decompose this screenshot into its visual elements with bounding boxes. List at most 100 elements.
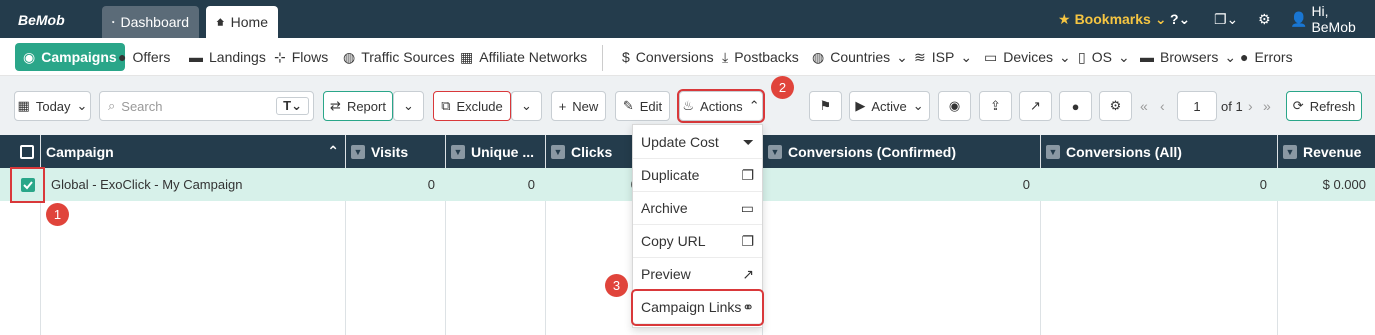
bemob-logo[interactable]: BeMob xyxy=(18,12,65,28)
actions-button[interactable]: ♨ Actions ⌃ xyxy=(677,89,765,123)
chevron-down-icon: ⌄ xyxy=(1224,48,1237,65)
menu-preview[interactable]: Preview ↗ xyxy=(633,258,762,291)
next-page-button[interactable]: › xyxy=(1248,91,1253,121)
search-input[interactable]: Search xyxy=(121,99,270,114)
conv-confirmed-value: 0 xyxy=(1022,177,1030,192)
nav-countries[interactable]: ◍ Countries ⌄ xyxy=(812,43,908,71)
first-page-button[interactable]: « xyxy=(1140,91,1148,121)
filter-cost-icon: ⏷ xyxy=(742,133,754,150)
page-count: of 1 xyxy=(1221,91,1243,121)
menu-copy-url-label: Copy URL xyxy=(641,233,706,249)
menu-duplicate[interactable]: Duplicate ❐ xyxy=(633,159,762,192)
chevron-down-icon: ⌄ xyxy=(1059,48,1071,65)
nav-isp[interactable]: ≋ ISP ⌄ xyxy=(914,43,972,71)
page-count-label: of 1 xyxy=(1221,98,1243,114)
flag-button[interactable]: ⚑ xyxy=(809,91,842,121)
external-link-icon: ↗ xyxy=(742,265,754,282)
settings-button[interactable]: ⚙ xyxy=(1258,0,1271,38)
col-conv-all[interactable]: ▼ Conversions (All) xyxy=(1040,135,1182,168)
calendar-icon: ▦ xyxy=(17,98,30,113)
edit-button[interactable]: ✎ Edit xyxy=(615,91,670,121)
select-all-checkbox[interactable] xyxy=(14,135,34,168)
download-icon: ⤓ xyxy=(722,48,729,65)
exclude-button[interactable]: ⧉ Exclude xyxy=(433,91,511,121)
col-campaign-label: Campaign xyxy=(46,143,114,160)
bookmarks-menu[interactable]: ★ Bookmarks ⌄ xyxy=(1058,0,1167,38)
gear-icon: ⚙ xyxy=(1109,98,1122,113)
nav-os[interactable]: ▯ OS ⌄ xyxy=(1078,43,1130,71)
tab-home-label: Home xyxy=(230,14,268,30)
nav-postbacks-label: Postbacks xyxy=(734,49,799,65)
nav-campaigns[interactable]: ◉ Campaigns xyxy=(15,43,125,71)
network-icon: ▦ xyxy=(460,48,474,65)
nav-errors[interactable]: ● Errors xyxy=(1240,43,1293,71)
nav-landings[interactable]: ▬ Landings xyxy=(189,43,266,71)
col-campaign[interactable]: Campaign ⌃ xyxy=(40,135,345,168)
page-input[interactable]: 1 xyxy=(1177,91,1217,121)
date-range-select[interactable]: ▦ Today ⌄ xyxy=(14,91,91,121)
nav-browsers[interactable]: ▬ Browsers ⌄ xyxy=(1140,43,1236,71)
col-revenue-label: Revenue xyxy=(1303,143,1362,160)
step-badge-1: 1 xyxy=(46,203,69,226)
nav-affiliate-networks[interactable]: ▦ Affiliate Networks xyxy=(460,43,587,71)
wifi-icon: ≋ xyxy=(914,48,926,65)
menu-copy-url[interactable]: Copy URL ❐ xyxy=(633,225,762,258)
refresh-button[interactable]: ⟳ Refresh xyxy=(1286,91,1362,121)
user-menu[interactable]: 👤 Hi, BeMob xyxy=(1290,0,1375,38)
nav-conversions[interactable]: $ Conversions xyxy=(622,43,714,71)
col-visits[interactable]: ▼ Visits xyxy=(345,135,408,168)
report-button[interactable]: ⇄ Report xyxy=(323,91,393,121)
col-conv-confirmed[interactable]: ▼ Conversions (Confirmed) xyxy=(762,135,956,168)
tab-dashboard[interactable]: Dashboard xyxy=(102,6,199,38)
comments-button[interactable]: ● xyxy=(1059,91,1092,121)
tab-home[interactable]: Home xyxy=(206,6,278,38)
col-revenue[interactable]: ▼ Revenue xyxy=(1277,135,1361,168)
chevron-right-icon: › xyxy=(1248,98,1253,114)
nav-campaigns-label: Campaigns xyxy=(41,49,117,65)
play-icon: ▶ xyxy=(855,98,866,113)
search-box[interactable]: ⌕ Search T⌄ xyxy=(99,91,314,121)
col-unique[interactable]: ▼ Unique ... xyxy=(445,135,534,168)
nav-devices[interactable]: ▭ Devices ⌄ xyxy=(984,43,1071,71)
report-label: Report xyxy=(346,98,386,114)
text-filter-toggle[interactable]: T⌄ xyxy=(276,97,309,115)
menu-update-cost[interactable]: Update Cost ⏷ xyxy=(633,126,762,159)
status-filter[interactable]: ▶ Active ⌄ xyxy=(849,91,930,121)
date-label: Today xyxy=(35,98,71,114)
column-settings-button[interactable]: ⚙ xyxy=(1099,91,1132,121)
nav-flows-label: Flows xyxy=(291,49,329,65)
last-page-button[interactable]: » xyxy=(1263,91,1271,121)
share-button[interactable]: ⇪ xyxy=(979,91,1012,121)
exclude-dropdown[interactable]: ⌄ xyxy=(511,91,542,121)
col-conv-confirmed-label: Conversions (Confirmed) xyxy=(788,143,957,160)
preview-button[interactable]: ◉ xyxy=(938,91,971,121)
nav-flows[interactable]: ⊹ Flows xyxy=(274,43,328,71)
menu-campaign-links[interactable]: Campaign Links ⚭ xyxy=(631,289,764,326)
flows-icon: ⊹ xyxy=(274,48,286,65)
nav-conversions-label: Conversions xyxy=(635,49,714,65)
copy-icon: ❐ xyxy=(741,166,754,183)
double-left-icon: « xyxy=(1140,98,1148,114)
column-divider xyxy=(345,135,346,335)
row-checkbox[interactable] xyxy=(10,167,45,203)
col-clicks-label: Clicks xyxy=(571,143,613,160)
menu-archive[interactable]: Archive ▭ xyxy=(633,192,762,225)
report-dropdown[interactable]: ⌄ xyxy=(393,91,424,121)
edit-label: Edit xyxy=(639,98,663,114)
flag-icon: ⚑ xyxy=(819,98,832,113)
cell-campaign-name[interactable]: Global - ExoClick - My Campaign xyxy=(51,168,242,201)
chart-button[interactable]: ↗ xyxy=(1019,91,1052,121)
col-clicks[interactable]: ▼ Clicks xyxy=(545,135,612,168)
share-icon: ⇪ xyxy=(990,98,1001,113)
nav-traffic-sources[interactable]: ◍ Traffic Sources xyxy=(343,43,455,71)
gear-icon: ⚙ xyxy=(1258,10,1271,27)
prev-page-button[interactable]: ‹ xyxy=(1160,91,1165,121)
refresh-label: Refresh xyxy=(1309,98,1356,114)
new-button[interactable]: + New xyxy=(551,91,606,121)
menu-duplicate-label: Duplicate xyxy=(641,167,700,183)
help-menu[interactable]: ?⌄ xyxy=(1170,0,1190,38)
nav-browsers-label: Browsers xyxy=(1160,49,1219,65)
windows-menu[interactable]: ❐⌄ xyxy=(1214,0,1238,38)
nav-offers[interactable]: ● Offers xyxy=(118,43,170,71)
nav-postbacks[interactable]: ⤓ Postbacks xyxy=(722,43,799,71)
